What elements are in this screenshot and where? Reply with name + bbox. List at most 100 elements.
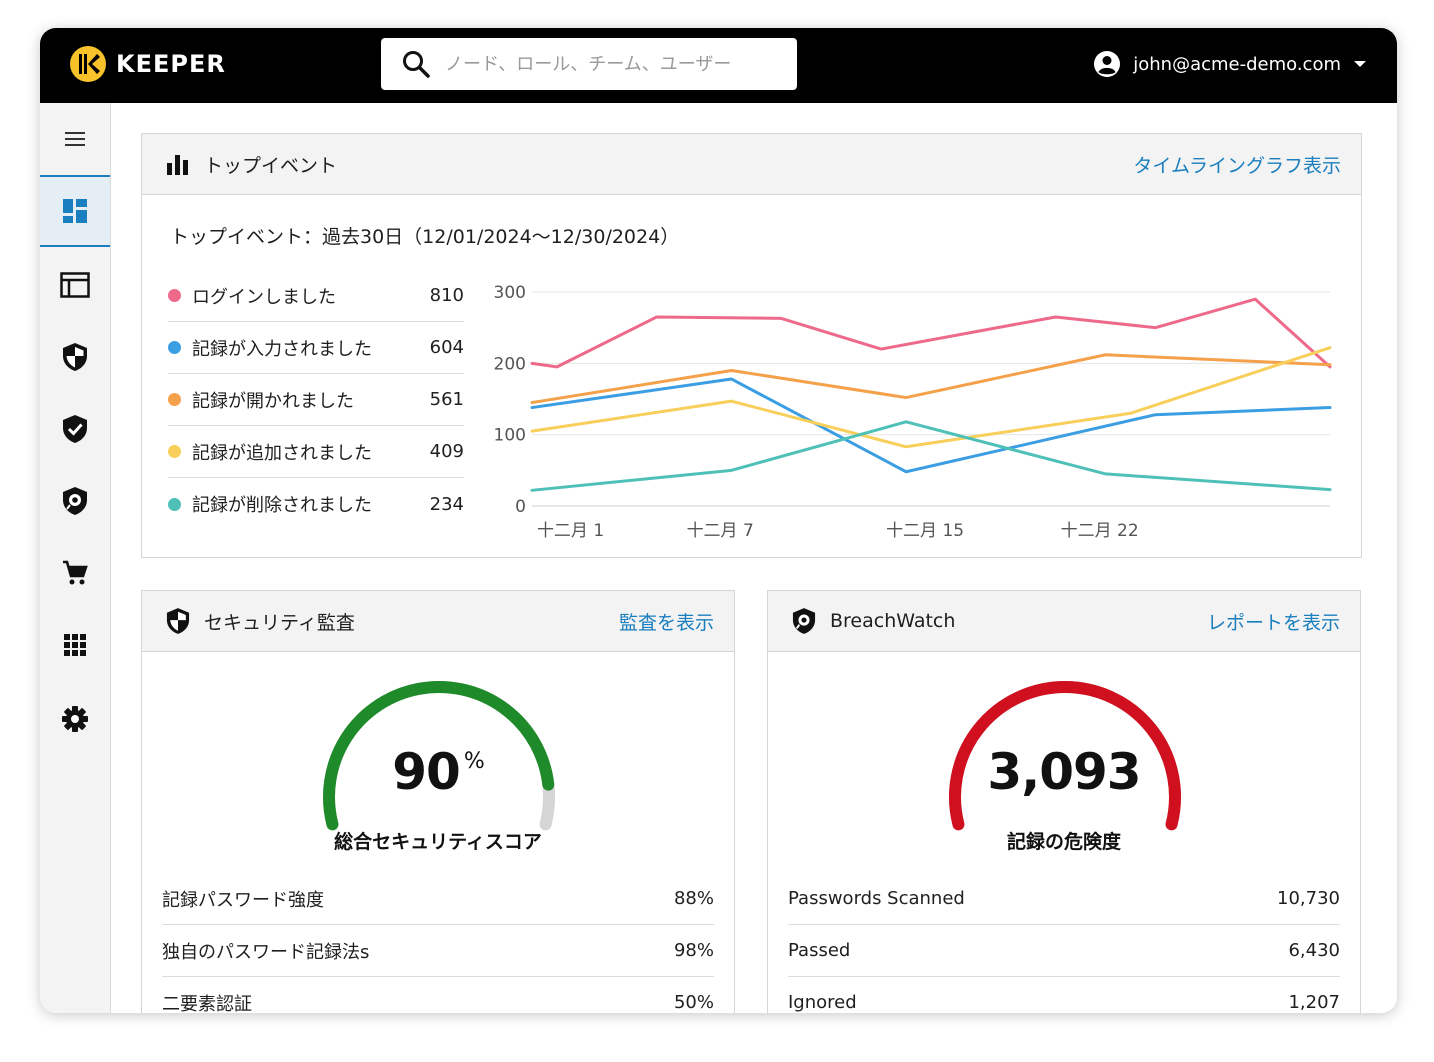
sidebar-menu-toggle[interactable] (40, 103, 110, 175)
top-events-subtitle: トップイベント：過去30日（12/01/2024～12/30/2024） (170, 226, 680, 248)
stat-value: 6,430 (1288, 940, 1340, 961)
legend-item: 記録が開かれました 561 (168, 374, 464, 426)
security-score-label: 総合セキュリティスコア (334, 831, 542, 853)
sidebar-item-breachwatch[interactable] (40, 465, 110, 537)
stat-value: 1,207 (1288, 992, 1340, 1013)
sidebar (40, 103, 111, 1013)
breachwatch-value-label: 記録の危険度 (1006, 831, 1121, 853)
dashboard-icon (63, 199, 87, 223)
cart-icon (63, 560, 88, 585)
legend-name: 記録が追加されました (192, 442, 372, 464)
security-audit-stats: 記録パスワード強度 88% 独自のパスワード記録法s 98% 二要素認証 50% (162, 873, 714, 1013)
series-line (530, 297, 1332, 369)
breachwatch-icon (792, 608, 816, 634)
apps-grid-icon (64, 634, 86, 656)
y-tick-label: 200 (494, 354, 526, 374)
sidebar-item-cart[interactable] (40, 537, 110, 609)
compliance-shield-icon (63, 415, 87, 443)
x-tick-label: 十二月 1 (537, 521, 604, 541)
logo-text: KEEPER (116, 50, 226, 78)
dashboard-content: トップイベント タイムライングラフ表示 トップイベント：過去30日（12/01/… (111, 103, 1397, 1013)
legend-count: 234 (429, 493, 464, 515)
user-email: john@acme-demo.com (1133, 53, 1341, 75)
legend-item: 記録が削除されました 234 (168, 478, 464, 530)
sidebar-item-admin[interactable] (40, 249, 110, 321)
security-audit-card: セキュリティ監査 監査を表示 90% 総合セキュリティスコア 記録パスワード強度… (141, 590, 735, 1013)
security-audit-icon (166, 608, 190, 634)
legend-name: 記録が削除されました (192, 495, 372, 516)
timeline-graph-link[interactable]: タイムライングラフ表示 (1133, 151, 1341, 178)
user-menu[interactable]: john@acme-demo.com (1093, 50, 1367, 78)
app-window: KEEPER john@acme-demo.com (40, 28, 1397, 1013)
stat-value: 98% (673, 940, 714, 961)
sidebar-item-settings[interactable] (40, 683, 110, 755)
search-input[interactable] (445, 53, 785, 75)
legend-count: 810 (429, 285, 464, 306)
y-tick-label: 300 (494, 283, 526, 303)
security-audit-icon (63, 343, 87, 371)
security-score-value: 90% (142, 743, 734, 801)
legend-dot (168, 289, 181, 302)
top-events-title: トップイベント (204, 154, 338, 177)
breachwatch-stats: Passwords Scanned 10,730 Passed 6,430 Ig… (788, 873, 1340, 1013)
bar-chart-icon (167, 155, 188, 175)
security-audit-header: セキュリティ監査 監査を表示 (142, 591, 734, 652)
admin-console-icon (60, 272, 90, 298)
security-audit-title: セキュリティ監査 (204, 611, 355, 634)
keeper-logo-icon (70, 46, 106, 82)
menu-icon (65, 132, 85, 146)
event-legend: ログインしました 810 記録が入力されました 604 記録が開かれました 56… (168, 270, 464, 530)
view-report-link[interactable]: レポートを表示 (1207, 608, 1340, 635)
user-avatar-icon (1094, 51, 1121, 77)
stat-row: 独自のパスワード記録法s 98% (162, 925, 714, 977)
event-line-chart: 0 100 200 300 十二月 1 十二月 7 十二月 15 十二月 22 (494, 283, 1332, 541)
breachwatch-value: 3,093 (987, 743, 1141, 801)
stat-row: Passed 6,430 (788, 925, 1340, 977)
stat-label: Ignored (788, 992, 857, 1013)
breachwatch-header: BreachWatch レポートを表示 (768, 591, 1360, 652)
stat-value: 50% (673, 992, 714, 1013)
stat-label: 記録パスワード強度 (162, 889, 324, 911)
y-tick-label: 0 (515, 497, 526, 517)
sidebar-item-security-audit[interactable] (40, 321, 110, 393)
y-tick-label: 100 (494, 426, 526, 446)
legend-name: ログインしました (192, 286, 336, 308)
keeper-logo[interactable]: KEEPER (68, 44, 226, 84)
stat-label: 二要素認証 (162, 993, 252, 1014)
legend-name: 記録が入力されました (192, 338, 372, 360)
settings-gear-icon (62, 706, 88, 732)
chevron-down-icon (1354, 61, 1366, 67)
security-score-number: 90 (392, 743, 461, 801)
stat-row: 二要素認証 50% (162, 977, 714, 1013)
series-line (530, 420, 1332, 492)
search-icon (403, 51, 430, 78)
sidebar-item-compliance[interactable] (40, 393, 110, 465)
stat-row: Ignored 1,207 (788, 977, 1340, 1013)
security-score-unit: % (463, 749, 485, 774)
stat-label: Passwords Scanned (788, 888, 965, 909)
legend-count: 604 (429, 337, 464, 358)
view-audit-link[interactable]: 監査を表示 (619, 608, 714, 635)
x-tick-label: 十二月 15 (886, 521, 964, 541)
legend-item: 記録が入力されました 604 (168, 322, 464, 374)
breachwatch-card: BreachWatch レポートを表示 3,093 記録の危険度 Passwor… (767, 590, 1361, 1013)
legend-item: ログインしました 810 (168, 270, 464, 322)
x-tick-label: 十二月 7 (687, 521, 754, 541)
stat-value: 10,730 (1277, 888, 1340, 909)
breachwatch-icon (63, 487, 87, 515)
series-line (530, 353, 1332, 405)
sidebar-item-apps[interactable] (40, 609, 110, 681)
legend-dot (168, 393, 181, 406)
top-events-header: トップイベント タイムライングラフ表示 (142, 134, 1361, 195)
search-bar[interactable] (381, 38, 797, 90)
stat-label: 独自のパスワード記録法s (162, 941, 370, 963)
sidebar-item-dashboard[interactable] (40, 175, 110, 247)
top-bar: KEEPER john@acme-demo.com (40, 28, 1397, 103)
x-tick-label: 十二月 22 (1061, 521, 1139, 541)
stat-value: 88% (673, 888, 714, 909)
legend-dot (168, 497, 181, 511)
stat-label: Passed (788, 940, 851, 961)
stat-row: Passwords Scanned 10,730 (788, 873, 1340, 925)
legend-count: 561 (429, 389, 464, 410)
legend-name: 記録が開かれました (192, 390, 354, 412)
